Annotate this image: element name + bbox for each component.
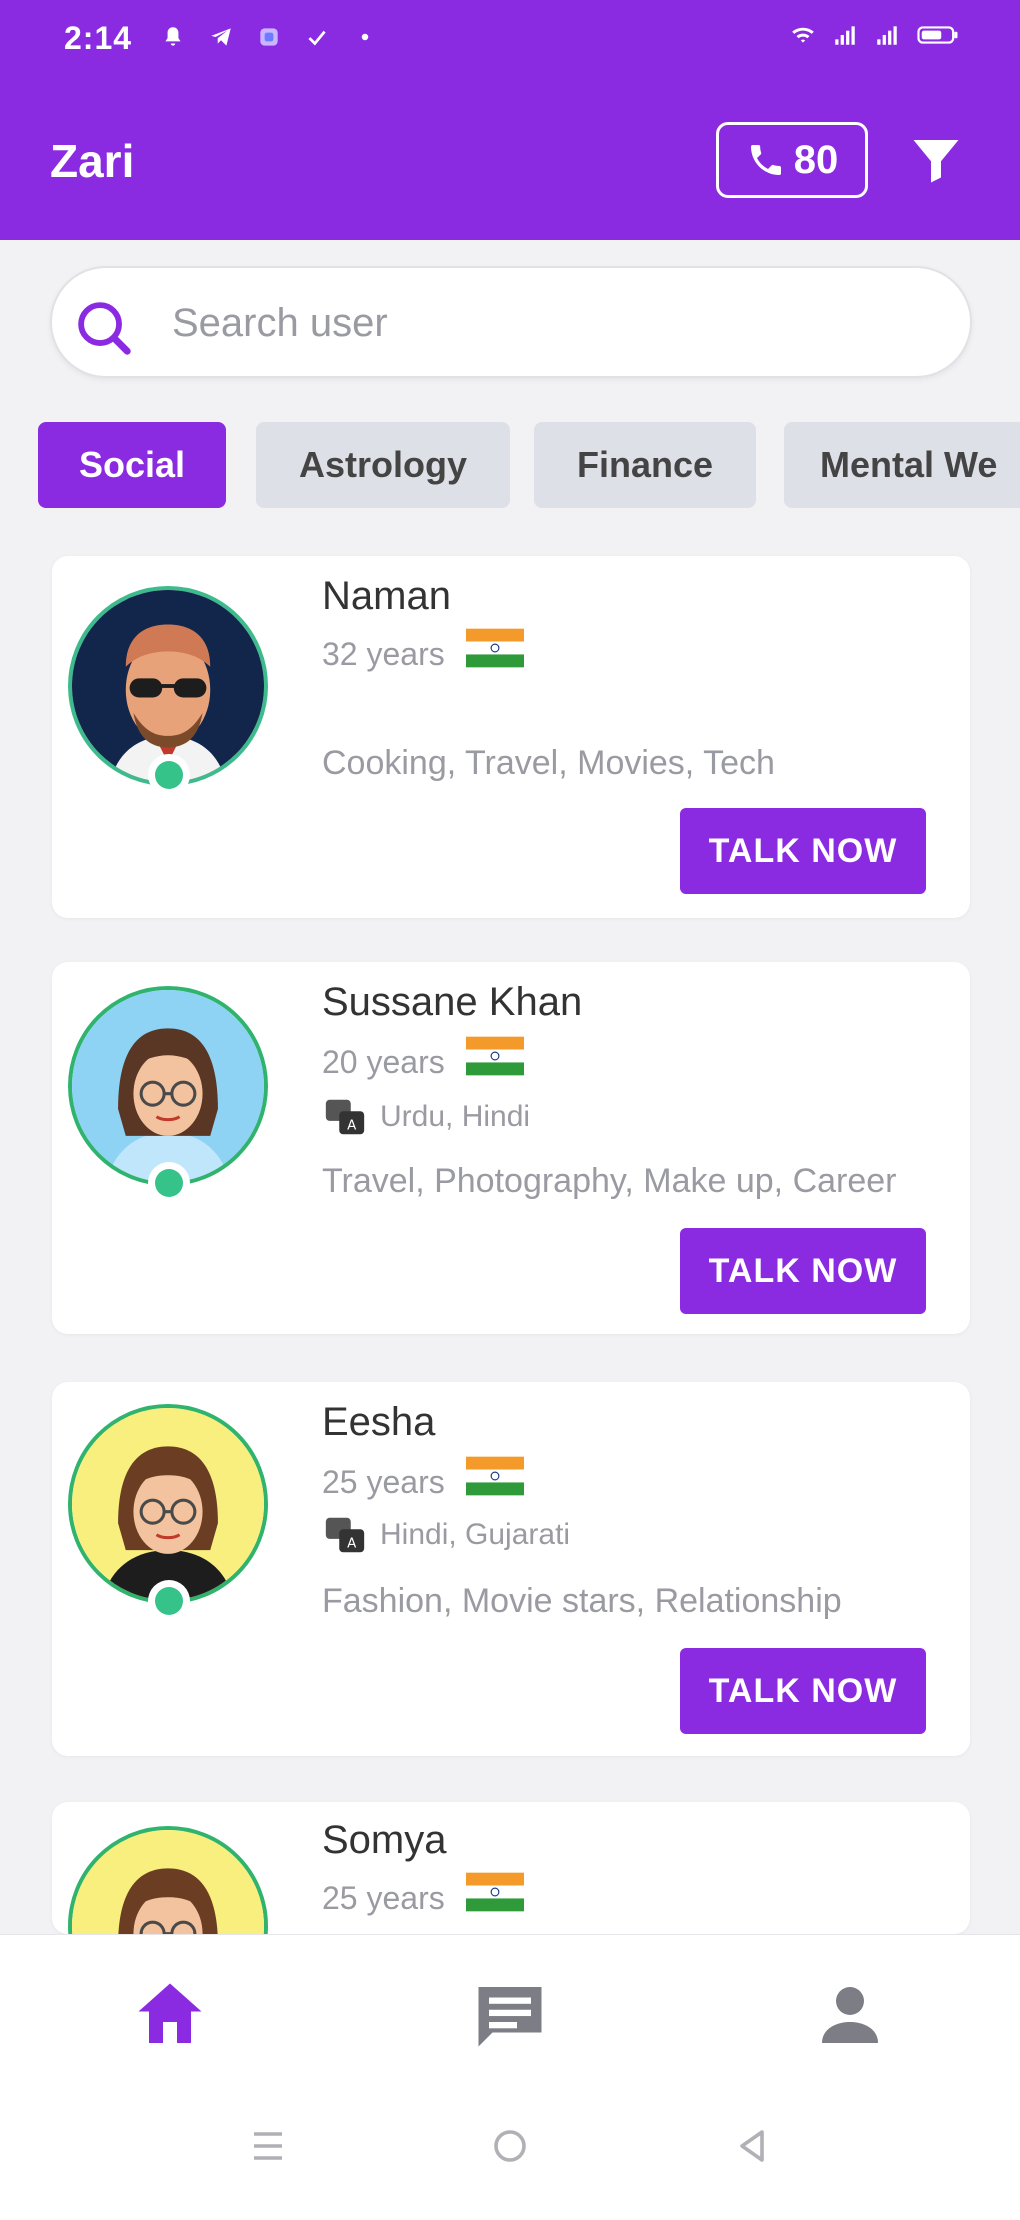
system-navigation [0, 2074, 1020, 2220]
tab-mental-wellness[interactable]: Mental We [784, 422, 1020, 508]
search-input[interactable] [172, 288, 932, 358]
india-flag-icon [466, 628, 524, 668]
online-indicator [148, 1580, 190, 1622]
user-card[interactable]: Somya 25 years [52, 1802, 970, 1934]
translate-icon: A [325, 1099, 365, 1135]
user-card[interactable]: Eesha 25 years A Hindi, Gujarati Fashion… [52, 1382, 970, 1756]
talk-now-button[interactable]: TALK NOW [680, 808, 926, 894]
status-time: 2:14 [64, 20, 133, 56]
notification-bell-icon [165, 27, 181, 46]
online-indicator [148, 1162, 190, 1204]
svg-text:A: A [347, 1536, 357, 1551]
profile-icon[interactable] [808, 1973, 892, 2057]
languages-text: Hindi, Gujarati [380, 1518, 571, 1551]
status-right-icons [790, 22, 960, 48]
status-bar: 2:14 [0, 0, 1020, 80]
call-count: 80 [793, 137, 839, 182]
user-card[interactable]: Naman 32 years Cooking, Travel, Movies, … [52, 556, 970, 918]
user-interests: Fashion, Movie stars, Relationship [322, 1582, 842, 1620]
svg-text:A: A [347, 1118, 357, 1133]
filter-icon[interactable] [906, 130, 966, 190]
avatar [68, 1404, 268, 1604]
india-flag-icon [466, 1872, 524, 1912]
user-interests: Travel, Photography, Make up, Career [322, 1162, 897, 1200]
back-icon[interactable] [728, 2122, 776, 2170]
home-circle-icon[interactable] [486, 2122, 534, 2170]
user-languages: A Hindi, Gujarati [322, 1512, 570, 1558]
user-name: Naman [322, 574, 451, 618]
user-interests: Cooking, Travel, Movies, Tech [322, 744, 775, 782]
tab-social[interactable]: Social [38, 422, 226, 508]
user-age: 20 years [322, 1044, 445, 1080]
menu-icon[interactable] [244, 2122, 292, 2170]
category-tabs: Social Astrology Finance Mental We [36, 422, 1020, 508]
user-name: Sussane Khan [322, 980, 583, 1024]
avatar [68, 1826, 268, 1934]
check-icon [308, 30, 326, 46]
talk-now-button[interactable]: TALK NOW [680, 1228, 926, 1314]
dot-icon [361, 33, 369, 41]
user-age: 25 years [322, 1464, 445, 1500]
call-credits-button[interactable]: 80 [716, 122, 868, 198]
telegram-icon [211, 28, 231, 46]
battery-icon [917, 26, 958, 44]
user-age: 25 years [322, 1880, 445, 1916]
talk-now-button[interactable]: TALK NOW [680, 1648, 926, 1734]
user-name: Somya [322, 1818, 447, 1862]
search-icon[interactable] [68, 292, 138, 362]
home-icon[interactable] [128, 1973, 212, 2057]
app-header: 2:14 Zari 80 [0, 0, 1020, 240]
chat-icon[interactable] [468, 1973, 552, 2057]
wifi-icon [792, 27, 814, 43]
user-age: 32 years [322, 636, 445, 672]
india-flag-icon [466, 1036, 524, 1076]
translate-icon: A [325, 1517, 365, 1553]
india-flag-icon [466, 1456, 524, 1496]
signal-icon [835, 26, 855, 45]
app-icon [260, 28, 278, 46]
tab-finance[interactable]: Finance [534, 422, 756, 508]
user-languages: A Urdu, Hindi [322, 1094, 530, 1140]
status-left-icons [160, 24, 378, 50]
bottom-navigation [0, 1934, 1020, 2074]
phone-icon [750, 145, 781, 175]
search-bar [50, 266, 972, 378]
tab-astrology[interactable]: Astrology [256, 422, 510, 508]
online-indicator [148, 754, 190, 796]
signal-icon [877, 26, 897, 45]
user-name: Eesha [322, 1400, 436, 1444]
languages-text: Urdu, Hindi [380, 1100, 531, 1133]
avatar [68, 986, 268, 1186]
user-card[interactable]: Sussane Khan 20 years A Urdu, Hindi Trav… [52, 962, 970, 1334]
app-title: Zari [50, 135, 135, 187]
